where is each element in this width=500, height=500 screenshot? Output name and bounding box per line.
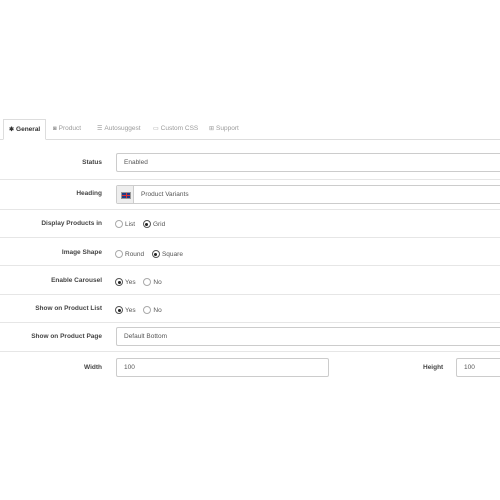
heading-value: Product Variants xyxy=(141,191,189,198)
option-grid[interactable]: Grid xyxy=(142,220,166,228)
radio-yes[interactable] xyxy=(115,278,123,286)
show-on-product-page-select[interactable]: Default Bottom xyxy=(116,327,500,346)
option-no[interactable]: No xyxy=(143,306,162,314)
show-on-product-list-options: Yes No xyxy=(115,306,168,314)
tab-label: Product xyxy=(58,125,82,132)
tab-support[interactable]: ⊞ Support xyxy=(209,119,239,139)
option-square[interactable]: Square xyxy=(151,250,183,258)
uk-flag-icon xyxy=(117,186,134,203)
width-input[interactable]: 100 xyxy=(116,358,329,377)
image-shape-options: Round Square xyxy=(115,250,189,258)
tab-label: Support xyxy=(216,125,239,132)
radio-grid[interactable] xyxy=(142,220,151,228)
form-row-dimensions: Width 100 Height 100 xyxy=(0,352,500,382)
option-label: List xyxy=(125,221,136,228)
support-icon: ⊞ xyxy=(209,126,215,132)
radio-no[interactable] xyxy=(143,306,152,314)
option-label: No xyxy=(153,307,162,314)
enable-carousel-label: Enable Carousel xyxy=(51,277,102,284)
show-on-product-page-label: Show on Product Page xyxy=(31,333,102,340)
form-row-status: Status Enabled xyxy=(0,146,500,180)
list-icon: ☰ xyxy=(97,126,103,132)
option-yes[interactable]: Yes xyxy=(115,278,136,286)
option-label: Grid xyxy=(152,221,166,228)
tab-custom-css[interactable]: ▭ Custom CSS xyxy=(153,119,198,139)
option-list[interactable]: List xyxy=(115,220,135,228)
form-row-show-on-product-list: Show on Product List Yes No xyxy=(0,295,500,323)
form-row-show-on-product-page: Show on Product Page Default Bottom xyxy=(0,323,500,352)
tab-general[interactable]: ✱ General xyxy=(3,119,47,140)
form-row-enable-carousel: Enable Carousel Yes No xyxy=(0,266,500,295)
form-row-image-shape: Image Shape Round Square xyxy=(0,238,500,266)
enable-carousel-options: Yes No xyxy=(115,278,168,286)
tab-label: Autosuggest xyxy=(104,125,141,132)
form-row-heading: Heading Product Variants xyxy=(0,180,500,210)
tab-product[interactable]: ◙ Product xyxy=(53,119,81,139)
option-yes[interactable]: Yes xyxy=(115,306,136,314)
radio-yes[interactable] xyxy=(115,306,123,314)
height-input[interactable]: 100 xyxy=(456,358,500,377)
heading-input[interactable]: Product Variants xyxy=(116,185,500,204)
width-label: Width xyxy=(84,364,102,371)
tab-label: General xyxy=(16,126,41,133)
monitor-icon: ▭ xyxy=(153,126,159,132)
display-products-options: List Grid xyxy=(115,220,171,228)
show-on-product-list-label: Show on Product List xyxy=(35,305,102,312)
radio-list[interactable] xyxy=(115,220,123,228)
option-label: Yes xyxy=(125,307,136,314)
option-label: Yes xyxy=(125,279,136,286)
option-no[interactable]: No xyxy=(143,278,162,286)
product-icon: ◙ xyxy=(53,126,57,132)
radio-round[interactable] xyxy=(115,250,123,258)
height-label: Height xyxy=(423,364,444,371)
tab-bar: ✱ General ◙ Product ☰ Autosuggest ▭ Custom C… xyxy=(0,119,500,140)
option-label: No xyxy=(153,279,162,286)
heading-label: Heading xyxy=(76,190,102,197)
option-label: Round xyxy=(125,251,145,258)
image-shape-label: Image Shape xyxy=(61,249,102,256)
option-label: Square xyxy=(161,251,183,258)
form-row-display-products: Display Products in List Grid xyxy=(0,210,500,238)
tab-autosuggest[interactable]: ☰ Autosuggest xyxy=(97,119,141,139)
tab-label: Custom CSS xyxy=(160,125,199,132)
radio-no[interactable] xyxy=(143,278,152,286)
display-products-label: Display Products in xyxy=(41,220,102,227)
gear-icon: ✱ xyxy=(9,127,15,133)
status-select[interactable]: Enabled xyxy=(116,153,500,172)
radio-square[interactable] xyxy=(151,250,160,258)
status-label: Status xyxy=(82,159,102,166)
option-round[interactable]: Round xyxy=(115,250,144,258)
